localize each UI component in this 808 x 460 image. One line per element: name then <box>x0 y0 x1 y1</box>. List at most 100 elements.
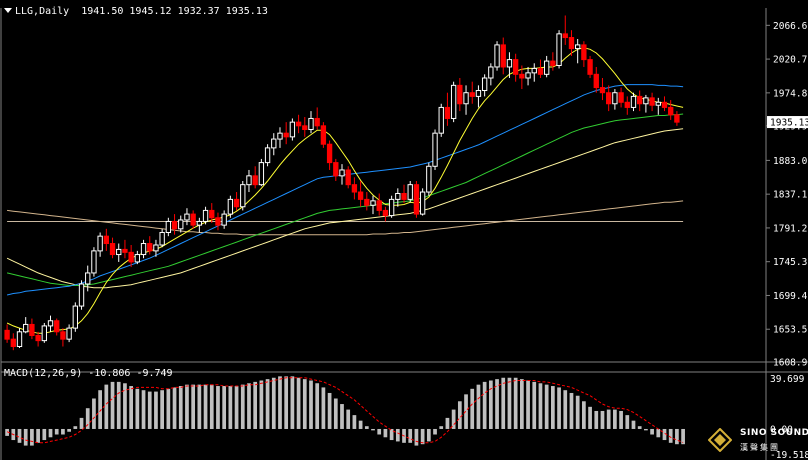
candle-body <box>35 334 41 342</box>
candle <box>302 116 308 137</box>
candle-body <box>91 250 97 274</box>
candle <box>289 118 296 141</box>
candle-body <box>457 84 463 105</box>
candle-body <box>543 60 550 75</box>
candle-body <box>122 248 128 253</box>
candle <box>10 333 16 351</box>
candle <box>488 63 494 86</box>
candle <box>264 144 271 167</box>
candle-body <box>655 101 661 106</box>
candle-body <box>184 213 190 221</box>
candle <box>277 127 283 148</box>
candle-body <box>630 95 637 108</box>
candle-body <box>209 209 215 219</box>
candle <box>351 177 358 200</box>
candle <box>655 97 661 115</box>
candle-body <box>221 213 227 226</box>
candle <box>562 15 568 45</box>
candle-body <box>16 331 23 348</box>
dropdown-arrow-icon[interactable] <box>4 8 12 13</box>
candle-body <box>661 101 668 108</box>
candle-body <box>227 198 234 215</box>
candle <box>202 206 209 225</box>
candle-body <box>438 106 444 134</box>
candle <box>258 158 265 187</box>
candle-body <box>388 198 395 217</box>
price-axis: 2066.602020.701974.801929.951883.001837.… <box>766 21 808 369</box>
candle <box>140 239 147 259</box>
candle <box>320 122 327 148</box>
price-tick-label: 1608.95 <box>773 358 808 369</box>
candle-body <box>382 209 389 217</box>
candle <box>612 89 618 110</box>
candle <box>271 133 277 156</box>
candle <box>66 324 72 343</box>
candles <box>4 15 680 351</box>
candle <box>233 192 240 211</box>
candle-body <box>550 60 556 66</box>
candle <box>227 195 234 218</box>
candle-body <box>345 169 351 186</box>
candle <box>376 193 382 216</box>
candle <box>196 217 203 233</box>
candle-body <box>481 77 488 92</box>
candle <box>401 184 407 204</box>
macd-tick-label: 39.699 <box>770 374 805 385</box>
ohlc-values: 1941.50 1945.12 1932.37 1935.13 <box>81 6 268 17</box>
macd-panel: 39.6990.00-19.518 <box>5 374 808 460</box>
macd-title: MACD(12,26,9) -10.806 -9.749 <box>4 368 173 379</box>
candle-body <box>512 59 519 75</box>
candle-body <box>109 243 116 256</box>
candle-body <box>258 162 265 186</box>
candle-body <box>60 331 66 340</box>
brand-name: SINO SOUND <box>740 428 808 438</box>
candle <box>469 81 475 104</box>
price-tick-label: 2066.60 <box>773 21 808 32</box>
candle <box>357 180 364 207</box>
candle-body <box>401 192 407 200</box>
candle <box>556 30 562 69</box>
candle-body <box>97 235 103 252</box>
price-tick-label: 1653.50 <box>773 325 808 336</box>
candle <box>339 164 345 185</box>
candle <box>506 52 513 79</box>
ma-fast-line <box>6 47 684 334</box>
candle-body <box>463 92 469 105</box>
candle <box>649 92 655 112</box>
candle-body <box>196 220 203 226</box>
brand-logo: SINO SOUND 漢聲集團 <box>706 424 808 458</box>
candle-body <box>395 192 401 200</box>
candle-body <box>302 125 308 130</box>
candle-body <box>351 184 358 193</box>
candle-body <box>165 220 172 233</box>
candle <box>537 59 544 79</box>
candle <box>54 318 60 336</box>
candle-body <box>320 125 327 145</box>
candle-body <box>357 191 364 200</box>
candle <box>345 166 351 189</box>
candle <box>215 212 221 231</box>
candle <box>240 180 246 211</box>
candle <box>109 237 116 259</box>
candle <box>599 78 606 101</box>
candle <box>618 87 624 108</box>
chart-title: LLG,Daily 1941.50 1945.12 1932.37 1935.1… <box>4 6 268 17</box>
candle <box>308 111 314 134</box>
current-price-label: 1935.13 <box>770 118 808 129</box>
candle <box>463 85 469 115</box>
candle-body <box>277 132 283 140</box>
candle <box>128 244 134 268</box>
candle-body <box>531 67 537 74</box>
candle-body <box>29 323 35 336</box>
candle-body <box>668 106 674 116</box>
candle-body <box>581 44 587 61</box>
candle <box>593 66 599 93</box>
candle <box>432 129 438 170</box>
candle <box>35 331 41 347</box>
candle <box>184 208 190 226</box>
candle <box>103 228 110 251</box>
candle-body <box>432 132 438 167</box>
candle <box>134 250 141 265</box>
candle <box>252 166 258 189</box>
candle-body <box>674 114 680 123</box>
